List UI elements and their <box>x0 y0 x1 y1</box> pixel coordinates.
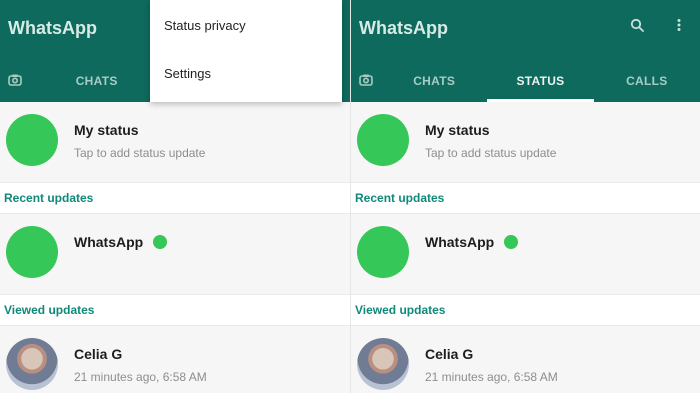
status-row-whatsapp[interactable]: WhatsApp <box>0 214 350 294</box>
viewed-updates-header: Viewed updates <box>351 294 700 326</box>
my-status-row[interactable]: My status Tap to add status update <box>351 102 700 182</box>
verified-badge-icon <box>153 235 168 249</box>
more-vertical-icon <box>671 17 687 38</box>
camera-icon <box>7 72 23 91</box>
status-list: My status Tap to add status update Recen… <box>351 102 700 393</box>
tab-calls[interactable]: CALLS <box>594 60 700 102</box>
right-panel: WhatsApp CHATS STATUS CALLS My status Ta… <box>350 0 700 393</box>
recent-updates-header: Recent updates <box>351 182 700 214</box>
contact-subtitle: 21 minutes ago, 6:58 AM <box>425 370 558 384</box>
camera-icon <box>358 72 374 91</box>
tab-status[interactable]: STATUS <box>487 60 594 102</box>
tab-chats[interactable]: CHATS <box>381 60 487 102</box>
verified-badge-icon <box>504 235 519 249</box>
status-row-whatsapp[interactable]: WhatsApp <box>351 214 700 294</box>
status-name-text: WhatsApp <box>425 234 495 250</box>
my-status-subtitle: Tap to add status update <box>425 146 557 160</box>
recent-updates-header: Recent updates <box>0 182 350 214</box>
tab-camera[interactable] <box>351 60 381 102</box>
whatsapp-avatar <box>6 226 58 278</box>
search-button[interactable] <box>624 14 650 40</box>
whatsapp-status-comparison: WhatsApp CHATS My status Tap to add stat… <box>0 0 700 393</box>
tab-camera[interactable] <box>0 60 30 102</box>
viewed-updates-header: Viewed updates <box>0 294 350 326</box>
status-name-text: WhatsApp <box>74 234 144 250</box>
status-row-contact[interactable]: Celia G 21 minutes ago, 6:58 AM <box>351 326 700 393</box>
contact-name: Celia G <box>74 346 123 362</box>
app-bar: WhatsApp CHATS STATUS CALLS <box>351 0 700 102</box>
my-status-name: My status <box>425 122 490 138</box>
app-bar-actions <box>624 14 692 40</box>
menu-item-settings[interactable]: Settings <box>164 66 211 81</box>
whatsapp-avatar <box>357 226 409 278</box>
contact-subtitle: 21 minutes ago, 6:58 AM <box>74 370 207 384</box>
status-list: My status Tap to add status update Recen… <box>0 102 350 393</box>
status-row-contact[interactable]: Celia G 21 minutes ago, 6:58 AM <box>0 326 350 393</box>
overflow-menu-button[interactable] <box>666 14 692 40</box>
app-title: WhatsApp <box>359 18 448 38</box>
overflow-menu: Status privacy Settings <box>150 0 342 102</box>
tab-chats[interactable]: CHATS <box>30 60 163 102</box>
left-panel: WhatsApp CHATS My status Tap to add stat… <box>0 0 350 393</box>
my-status-avatar <box>6 114 58 166</box>
my-status-subtitle: Tap to add status update <box>74 146 206 160</box>
menu-item-status-privacy[interactable]: Status privacy <box>164 18 246 33</box>
status-name: WhatsApp <box>74 234 168 250</box>
status-name: WhatsApp <box>425 234 519 250</box>
my-status-row[interactable]: My status Tap to add status update <box>0 102 350 182</box>
my-status-avatar <box>357 114 409 166</box>
my-status-name: My status <box>74 122 139 138</box>
contact-avatar <box>357 338 409 390</box>
contact-avatar <box>6 338 58 390</box>
contact-name: Celia G <box>425 346 474 362</box>
app-title: WhatsApp <box>8 18 97 38</box>
tabs: CHATS STATUS CALLS <box>351 60 700 102</box>
search-icon <box>629 17 645 38</box>
